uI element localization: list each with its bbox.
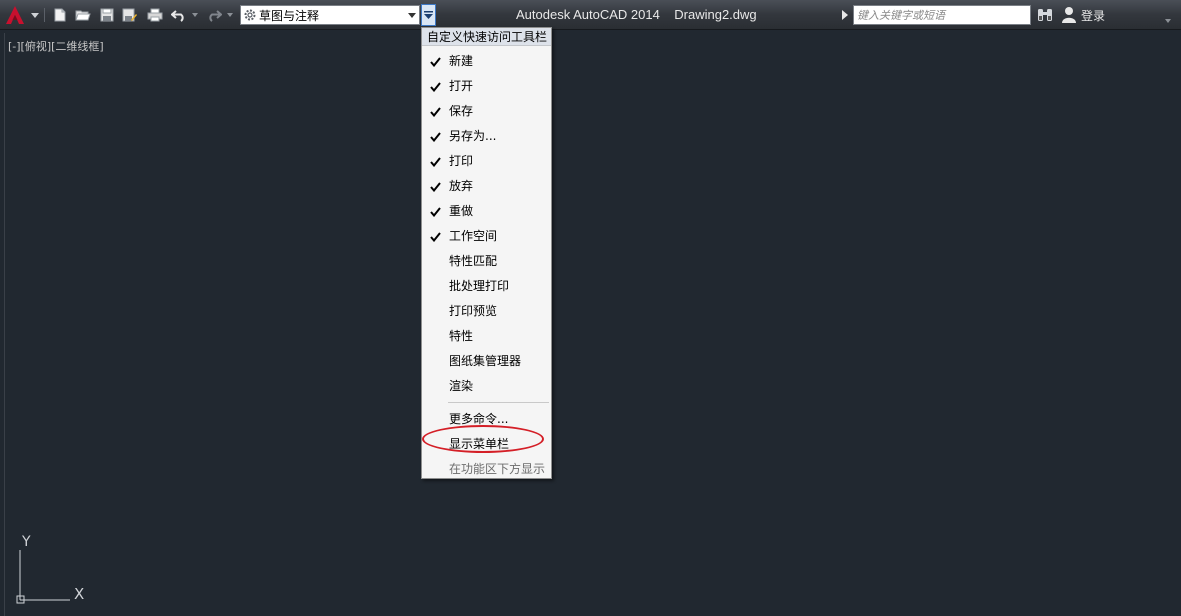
login-chevron-down-icon[interactable] [1165,12,1171,26]
checkmark-icon [430,149,444,174]
user-icon[interactable] [1061,6,1077,24]
checkmark-icon [430,374,444,399]
checkmark-icon [430,224,444,249]
menu-item-batch-plot[interactable]: 批处理打印 [422,274,551,299]
menu-item-save[interactable]: 保存 [422,99,551,124]
autocad-logo-icon[interactable] [4,4,26,26]
menu-item-more-commands[interactable]: 更多命令... [422,407,551,432]
save-as-icon[interactable] [121,6,139,24]
checkmark-icon [430,174,444,199]
checkmark-icon [430,274,444,299]
login-label[interactable]: 登录 [1081,7,1105,24]
checkmark-icon [430,349,444,374]
customize-quick-access-button[interactable] [421,4,436,26]
save-icon[interactable] [98,6,116,24]
menu-item-save-as[interactable]: 另存为... [422,124,551,149]
checkmark-icon [430,249,444,274]
menu-item-workspace[interactable]: 工作空间 [422,224,551,249]
menu-item-undo[interactable]: 放弃 [422,174,551,199]
print-icon[interactable] [146,6,164,24]
checkmark-icon [430,199,444,224]
redo-chevron-down-icon[interactable] [226,6,234,24]
chevron-down-icon [405,6,419,24]
search-expand-arrow-icon[interactable] [842,9,848,23]
checkmark-icon [430,299,444,324]
menu-item-sheet-set-manager[interactable]: 图纸集管理器 [422,349,551,374]
workspace-dropdown[interactable]: 草图与注释 [240,5,420,25]
redo-icon[interactable] [205,6,223,24]
undo-icon[interactable] [170,6,188,24]
viewport-controls-label[interactable]: [-][俯视][二维线框] [8,38,104,54]
menu-item-properties[interactable]: 特性 [422,324,551,349]
menu-item-match-properties[interactable]: 特性匹配 [422,249,551,274]
menu-item-show-below-ribbon[interactable]: 在功能区下方显示 [422,457,551,482]
menu-item-print[interactable]: 打印 [422,149,551,174]
menu-item-render[interactable]: 渲染 [422,374,551,399]
checkmark-icon [430,49,444,74]
menu-item-plot-preview[interactable]: 打印预览 [422,299,551,324]
workspace-label: 草图与注释 [259,8,320,23]
customize-quick-access-menu: 自定义快速访问工具栏 新建 打开 保存 另存为... 打印 放弃 重做 工作空间… [421,27,552,479]
menu-item-new[interactable]: 新建 [422,49,551,74]
menu-item-redo[interactable]: 重做 [422,199,551,224]
undo-chevron-down-icon[interactable] [191,6,199,24]
menu-header: 自定义快速访问工具栏 [422,28,551,46]
gear-icon [241,6,259,24]
ucs-axis-icon: Y X [16,534,84,604]
new-file-icon[interactable] [51,6,69,24]
checkmark-icon [430,99,444,124]
drawing-canvas[interactable] [4,33,1181,616]
open-folder-icon[interactable] [74,6,92,24]
toolbar-divider [44,8,45,22]
menu-item-open[interactable]: 打开 [422,74,551,99]
title-bar: 草图与注释 Autodesk AutoCAD 2014 Drawing2.dwg… [0,0,1181,30]
menu-item-show-menu-bar[interactable]: 显示菜单栏 [422,432,551,457]
window-title: Autodesk AutoCAD 2014 Drawing2.dwg [516,7,757,22]
ucs-x-label: X [74,585,84,603]
ucs-y-label: Y [21,534,31,550]
checkmark-icon [430,74,444,99]
search-input[interactable] [853,5,1031,25]
checkmark-icon [430,324,444,349]
menu-separator [448,402,549,403]
checkmark-icon [430,124,444,149]
app-menu-chevron-down-icon[interactable] [30,6,40,24]
menu-items-list: 新建 打开 保存 另存为... 打印 放弃 重做 工作空间 特性匹配 批处理打印… [422,49,551,399]
binoculars-icon[interactable] [1036,6,1054,24]
